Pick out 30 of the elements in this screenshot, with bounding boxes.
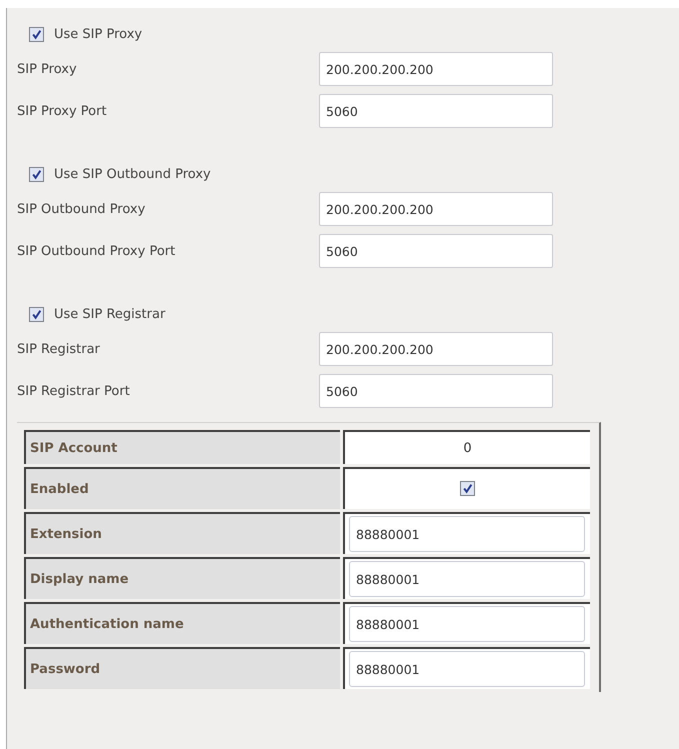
field-label: SIP Proxy Port xyxy=(17,104,108,118)
input-field[interactable]: 200.200.200.200 xyxy=(319,332,553,366)
input-field[interactable]: 88880001 xyxy=(349,561,585,597)
table-cell: Display name xyxy=(24,557,340,599)
input-field[interactable]: 5060 xyxy=(319,94,553,128)
checkbox-label: Use SIP Outbound Proxy xyxy=(54,166,211,182)
input-field[interactable]: 88880001 xyxy=(349,651,585,687)
input-field[interactable]: 88880001 xyxy=(349,606,585,642)
table-cell: Extension xyxy=(24,512,340,554)
checkbox-label: Use SIP Proxy xyxy=(54,26,142,42)
checkbox[interactable] xyxy=(29,306,44,322)
input-field[interactable]: 5060 xyxy=(319,374,553,408)
table-cell: Authentication name xyxy=(24,602,340,644)
input-field[interactable]: 88880001 xyxy=(349,516,585,552)
field-label: SIP Proxy xyxy=(17,62,78,76)
input-field[interactable]: 5060 xyxy=(319,234,553,268)
field-label: SIP Registrar Port xyxy=(17,384,131,398)
input-field[interactable]: 200.200.200.200 xyxy=(319,192,553,226)
input-field[interactable]: 200.200.200.200 xyxy=(319,52,553,86)
table-cell: 0 xyxy=(343,430,590,464)
field-label: SIP Outbound Proxy Port xyxy=(17,244,176,258)
checkbox-label: Use SIP Registrar xyxy=(54,306,166,322)
field-label: SIP Outbound Proxy xyxy=(17,202,146,216)
checkbox[interactable] xyxy=(29,166,44,182)
checkbox[interactable] xyxy=(29,26,44,42)
table-cell: Password xyxy=(24,647,340,689)
field-label: SIP Registrar xyxy=(17,342,101,356)
table-cell: Enabled xyxy=(24,467,340,509)
checkbox[interactable] xyxy=(460,481,475,496)
table-cell: SIP Account xyxy=(24,430,340,464)
